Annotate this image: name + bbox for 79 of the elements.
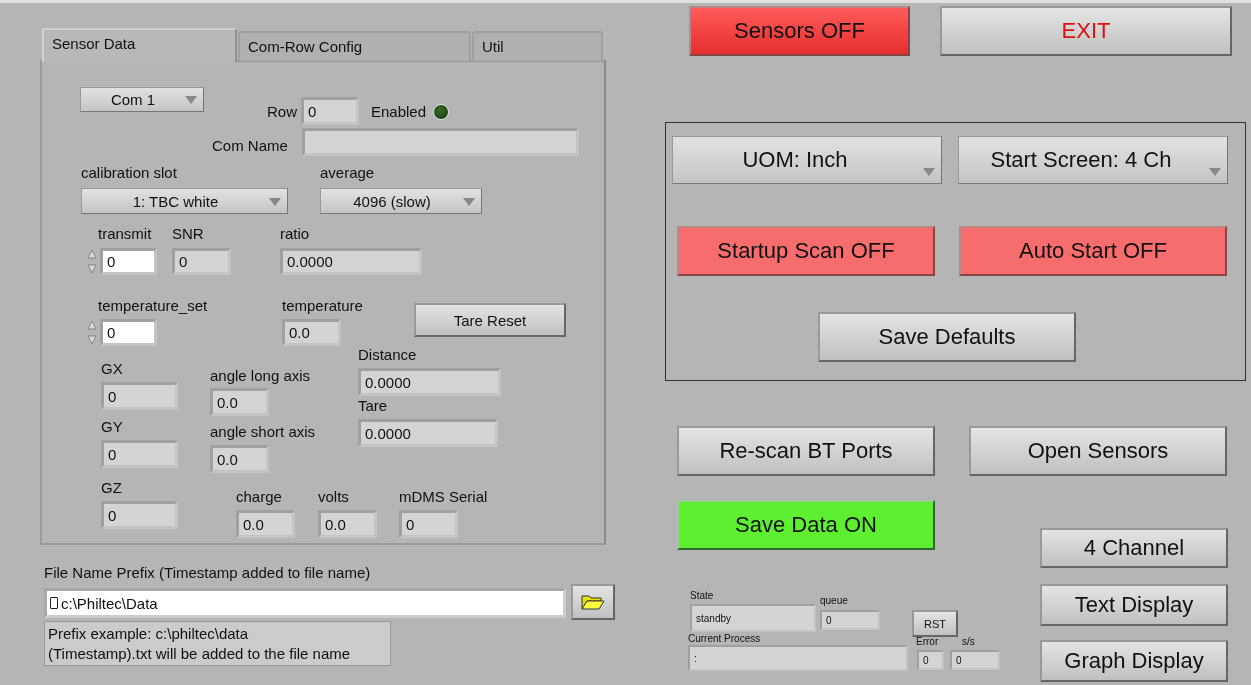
dropdown[interactable]: Start Screen: 4 Ch — [958, 136, 1228, 184]
field-label: average — [320, 164, 375, 182]
tab[interactable]: Com-Row Config — [238, 31, 471, 61]
caret-icon — [185, 96, 197, 104]
text-display: standby — [690, 604, 816, 632]
toggle-button[interactable]: Startup Scan OFF — [677, 226, 935, 276]
field-label: queue — [820, 595, 848, 607]
spinner-icon[interactable] — [86, 319, 98, 346]
toggle-button[interactable]: Save Data ON — [677, 500, 935, 550]
tab[interactable]: Sensor Data — [42, 28, 237, 62]
numeric-display: 0 — [917, 650, 944, 670]
numeric-display: 0.0 — [210, 445, 269, 473]
toggle-button[interactable]: Sensors OFF — [689, 6, 910, 56]
field-label: volts — [318, 488, 349, 506]
numeric-display: 0 — [820, 610, 880, 630]
numeric-display: 0 — [101, 501, 178, 529]
field-label: Current Process — [688, 633, 761, 645]
field-label: temperature_set — [98, 297, 208, 315]
field-label: Row — [267, 103, 297, 121]
numeric-display: 0.0 — [210, 388, 269, 416]
field-label: charge — [236, 488, 282, 506]
numeric-display: 0.0 — [318, 510, 377, 538]
field-label: Error — [916, 636, 939, 648]
field-label: Com Name — [212, 137, 288, 155]
field-label: Distance — [358, 346, 417, 364]
folder-icon — [581, 594, 605, 610]
field-label: mDMS Serial — [399, 488, 488, 506]
caret-icon — [463, 198, 475, 206]
numeric-display: 0 — [399, 510, 458, 538]
numeric-display: 0 — [101, 382, 178, 410]
browse-button[interactable] — [571, 584, 615, 620]
tab[interactable]: Util — [472, 31, 603, 61]
numeric-display: 0 — [301, 97, 359, 125]
numeric-display: 0 — [950, 650, 1000, 670]
path-icon — [50, 597, 58, 609]
field-label: Tare — [358, 397, 388, 415]
button[interactable]: Text Display — [1040, 584, 1228, 626]
text-display: 0.0000 — [358, 419, 498, 447]
field-label: transmit — [98, 225, 152, 243]
field-label: ratio — [280, 225, 310, 243]
numeric-display: 0 — [101, 440, 178, 468]
numeric-display: 0 — [172, 248, 231, 275]
dropdown[interactable]: UOM: Inch — [672, 136, 942, 184]
dropdown[interactable]: 4096 (slow) — [320, 188, 482, 214]
button[interactable]: Graph Display — [1040, 640, 1228, 682]
field-label: angle long axis — [210, 367, 311, 385]
button[interactable]: Tare Reset — [414, 303, 566, 337]
field-label: Enabled — [371, 103, 427, 121]
caret-icon — [923, 168, 935, 176]
text-display: 0.0000 — [358, 368, 501, 396]
field-label: State — [690, 590, 714, 602]
field-label: SNR — [172, 225, 204, 243]
numeric-field[interactable]: 0 — [100, 248, 157, 275]
button[interactable]: 4 Channel — [1040, 528, 1228, 568]
field-label: s/s — [962, 636, 975, 648]
button[interactable]: RST — [912, 610, 958, 637]
dropdown[interactable]: Com 1 — [80, 87, 204, 112]
spinner-icon[interactable] — [86, 248, 98, 275]
numeric-display: 0.0 — [282, 319, 341, 346]
field-label: angle short axis — [210, 423, 316, 441]
caret-icon — [269, 198, 281, 206]
button[interactable]: Save Defaults — [818, 312, 1076, 362]
field-label: calibration slot — [81, 164, 177, 182]
hint-text: Prefix example: c:\philtec\data (Timestamp).txt will be added to the file name — [44, 621, 391, 666]
caret-icon — [1209, 168, 1221, 176]
numeric-display: 0.0 — [236, 510, 295, 538]
text-display: 0.0000 — [280, 248, 422, 275]
button[interactable]: Open Sensors — [969, 426, 1227, 476]
dropdown[interactable]: 1: TBC white — [81, 188, 288, 214]
toggle-button[interactable]: Auto Start OFF — [959, 226, 1227, 276]
numeric-field[interactable]: 0 — [100, 319, 157, 346]
field-label: GY — [101, 418, 123, 436]
field-label: GX — [101, 360, 123, 378]
field-label: temperature — [282, 297, 363, 315]
numeric-display: : — [688, 645, 908, 671]
field-label: GZ — [101, 479, 122, 497]
path-field[interactable]: c:\Philtec\Data — [44, 588, 566, 618]
button[interactable]: Re-scan BT Ports — [677, 426, 935, 476]
field-label: File Name Prefix (Timestamp added to file name) — [44, 564, 371, 582]
